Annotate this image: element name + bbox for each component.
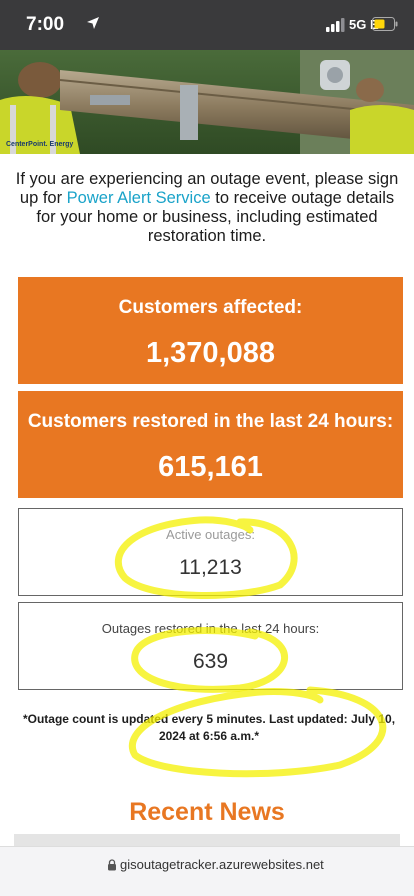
hero-badge-text: CenterPoint. Energy [6,141,73,148]
status-time: 7:00 [26,14,65,35]
recent-news-heading: Recent News [129,798,285,826]
customers-affected-label: Customers affected: [118,297,303,318]
customers-affected-card: Customers affected: 1,370,088 [18,277,403,384]
signal-bars-icon [326,18,345,32]
lock-icon [108,859,116,871]
active-outages-label: Active outages: [166,527,255,542]
active-outages-card: Active outages: 11,213 [18,508,403,596]
url-bar[interactable]: gisoutagetracker.azurewebsites.net [0,846,414,896]
url-text[interactable]: gisoutagetracker.azurewebsites.net [120,857,324,872]
utility-workers-carrying-pole-photo: CenterPoint. Energy [0,50,414,154]
outages-restored-label: Outages restored in the last 24 hours: [101,621,320,636]
power-alert-service-link[interactable]: Power Alert Service [67,189,211,207]
status-bar: 7:00 5G E [0,0,414,50]
battery-icon [372,17,398,31]
location-arrow-icon [87,17,99,29]
active-outages-value: 11,213 [179,556,242,579]
hero-image: CenterPoint. Energy [0,50,414,154]
outages-restored-value: 639 [192,650,229,673]
customers-restored-label: Customers restored in the last 24 hours: [27,411,394,432]
news-item-placeholder[interactable] [14,834,400,846]
update-note: *Outage count is updated every 5 minutes… [22,712,396,743]
customers-restored-card: Customers restored in the last 24 hours:… [18,391,403,498]
intro-text: If you are experiencing an outage event,… [14,170,400,246]
outages-restored-card: Outages restored in the last 24 hours: 6… [18,602,403,690]
customers-affected-value: 1,370,088 [145,337,275,369]
customers-restored-value: 615,161 [158,451,263,483]
